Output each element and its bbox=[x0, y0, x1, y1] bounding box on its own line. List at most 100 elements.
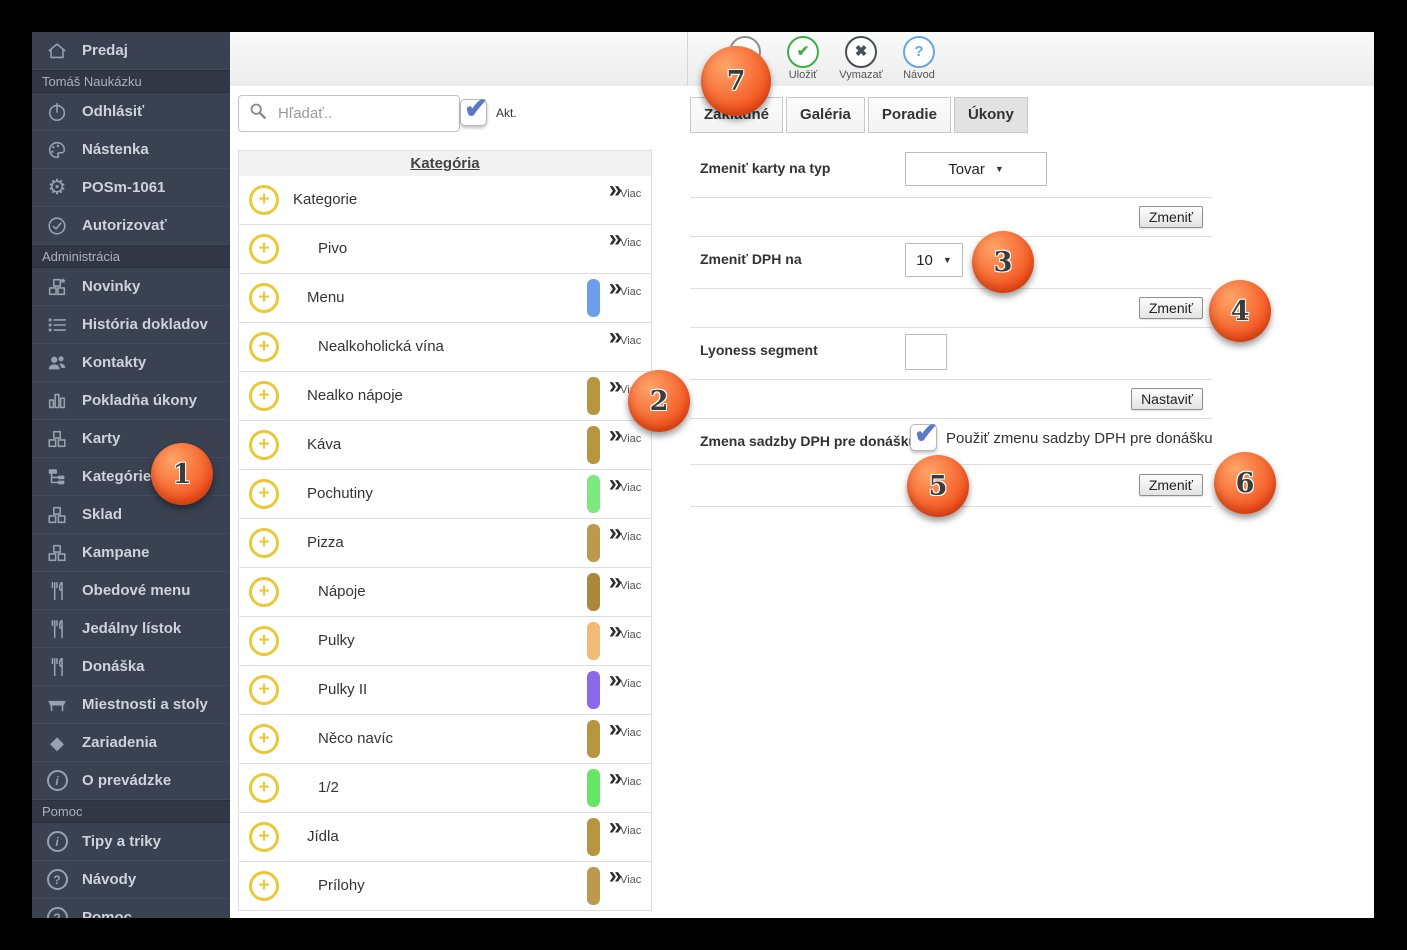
category-row[interactable]: + Nealko nápoje »Viac bbox=[239, 372, 651, 421]
active-checkbox[interactable]: ✔ bbox=[460, 99, 487, 126]
more-button[interactable]: »Viac bbox=[605, 324, 645, 350]
add-subcategory-icon[interactable]: + bbox=[249, 234, 279, 264]
sidebar-item-obedove-menu[interactable]: Obedové menu bbox=[32, 572, 230, 610]
sidebar-item-odhlasit[interactable]: Odhlásiť bbox=[32, 93, 230, 131]
add-subcategory-icon[interactable]: + bbox=[249, 675, 279, 705]
category-row[interactable]: + Menu »Viac bbox=[239, 274, 651, 323]
sidebar-item-label: Kampane bbox=[82, 544, 150, 561]
delete-button[interactable]: ✖ Vymazať bbox=[832, 32, 890, 86]
add-subcategory-icon[interactable]: + bbox=[249, 381, 279, 411]
category-row[interactable]: + Pochutiny »Viac bbox=[239, 470, 651, 519]
more-button[interactable]: »Viac bbox=[605, 716, 645, 742]
sidebar-item-autorizovat[interactable]: Autorizovať bbox=[32, 207, 230, 245]
category-row[interactable]: + Prílohy »Viac bbox=[239, 862, 651, 911]
search-input[interactable] bbox=[276, 104, 430, 123]
sidebar-item-label: Odhlásiť bbox=[82, 103, 144, 120]
help-button[interactable]: ? Návod bbox=[890, 32, 948, 86]
sidebar-item-pokladna-ukony[interactable]: Pokladňa úkony bbox=[32, 382, 230, 420]
category-row[interactable]: + Kategorie »Viac bbox=[239, 176, 651, 225]
sidebar-item-miestnosti-a-stoly[interactable]: Miestnosti a stoly bbox=[32, 686, 230, 724]
category-row[interactable]: + Nealkoholická vína »Viac bbox=[239, 323, 651, 372]
add-subcategory-icon[interactable]: + bbox=[249, 528, 279, 558]
more-button[interactable]: »Viac bbox=[605, 765, 645, 791]
vat-select[interactable]: 10 ▼ bbox=[905, 243, 963, 277]
sidebar-item-posm[interactable]: ⚙ POSm-1061 bbox=[32, 169, 230, 207]
annotation-badge-7: 7 bbox=[701, 46, 771, 116]
tab-galeria[interactable]: Galéria bbox=[786, 97, 865, 133]
sidebar-item-zariadenia[interactable]: ◆ Zariadenia bbox=[32, 724, 230, 762]
category-row[interactable]: + Káva »Viac bbox=[239, 421, 651, 470]
chevron-down-icon: ▼ bbox=[943, 255, 952, 265]
sidebar-item-pomoc[interactable]: ? Pomoc bbox=[32, 899, 230, 918]
add-subcategory-icon[interactable]: + bbox=[249, 626, 279, 656]
sidebar-item-label: Donáška bbox=[82, 658, 145, 675]
sidebar-item-novinky[interactable]: Novinky bbox=[32, 268, 230, 306]
sidebar-item-navody[interactable]: ? Návody bbox=[32, 861, 230, 899]
sidebar-item-historia-dokladov[interactable]: História dokladov bbox=[32, 306, 230, 344]
category-row[interactable]: + Pizza »Viac bbox=[239, 519, 651, 568]
add-subcategory-icon[interactable]: + bbox=[249, 430, 279, 460]
more-button[interactable]: »Viac bbox=[605, 667, 645, 693]
category-row[interactable]: + 1/2 »Viac bbox=[239, 764, 651, 813]
category-color-bar bbox=[587, 181, 600, 219]
diamond-icon: ◆ bbox=[44, 734, 70, 752]
save-button[interactable]: ✔ Uložiť bbox=[774, 32, 832, 86]
annotation-badge-5: 5 bbox=[907, 455, 969, 517]
more-button[interactable]: »Viac bbox=[605, 520, 645, 546]
card-type-select[interactable]: Tovar ▼ bbox=[905, 152, 1047, 186]
double-chevron-icon: » bbox=[609, 274, 620, 301]
add-subcategory-icon[interactable]: + bbox=[249, 822, 279, 852]
category-row[interactable]: + Pulky II »Viac bbox=[239, 666, 651, 715]
set-lyoness-button[interactable]: Nastaviť bbox=[1131, 388, 1203, 410]
sidebar-item-jedalny-listok[interactable]: Jedálny lístok bbox=[32, 610, 230, 648]
category-row[interactable]: + Jídla »Viac bbox=[239, 813, 651, 862]
more-button[interactable]: »Viac bbox=[605, 863, 645, 889]
double-chevron-icon: » bbox=[609, 421, 620, 448]
add-subcategory-icon[interactable]: + bbox=[249, 724, 279, 754]
sidebar-item-sklad[interactable]: Sklad bbox=[32, 496, 230, 534]
boxes-icon bbox=[44, 504, 70, 526]
category-row[interactable]: + Něco navíc »Viac bbox=[239, 715, 651, 764]
add-subcategory-icon[interactable]: + bbox=[249, 332, 279, 362]
category-color-bar bbox=[587, 622, 600, 660]
more-button[interactable]: »Viac bbox=[605, 471, 645, 497]
more-button[interactable]: »Viac bbox=[605, 226, 645, 252]
tab-poradie[interactable]: Poradie bbox=[868, 97, 951, 133]
add-subcategory-icon[interactable]: + bbox=[249, 283, 279, 313]
tab-ukony[interactable]: Úkony bbox=[954, 97, 1028, 133]
sidebar-item-label: O prevádzke bbox=[82, 772, 171, 789]
sidebar-item-o-prevadzke[interactable]: i O prevádzke bbox=[32, 762, 230, 800]
category-row[interactable]: + Pivo »Viac bbox=[239, 225, 651, 274]
change-card-type-button[interactable]: Zmeniť bbox=[1139, 206, 1203, 228]
category-color-bar bbox=[587, 328, 600, 366]
more-button[interactable]: »Viac bbox=[605, 618, 645, 644]
sidebar-item-tipy-a-triky[interactable]: i Tipy a triky bbox=[32, 823, 230, 861]
change-delivery-vat-button[interactable]: Zmeniť bbox=[1139, 474, 1203, 496]
more-button[interactable]: »Viac bbox=[605, 177, 645, 203]
add-subcategory-icon[interactable]: + bbox=[249, 479, 279, 509]
sidebar-item-kampane[interactable]: Kampane bbox=[32, 534, 230, 572]
more-button[interactable]: »Viac bbox=[605, 422, 645, 448]
sidebar-item-label: Tipy a triky bbox=[82, 833, 161, 850]
change-vat-button[interactable]: Zmeniť bbox=[1139, 297, 1203, 319]
sidebar-item-predaj[interactable]: Predaj bbox=[32, 32, 230, 70]
sidebar-item-label: POSm-1061 bbox=[82, 179, 165, 196]
sidebar-item-kontakty[interactable]: Kontakty bbox=[32, 344, 230, 382]
add-subcategory-icon[interactable]: + bbox=[249, 577, 279, 607]
sidebar-item-donaska[interactable]: Donáška bbox=[32, 648, 230, 686]
lyoness-segment-input[interactable] bbox=[905, 334, 947, 370]
more-button[interactable]: »Viac bbox=[605, 569, 645, 595]
more-button[interactable]: »Viac bbox=[605, 275, 645, 301]
add-subcategory-icon[interactable]: + bbox=[249, 773, 279, 803]
add-subcategory-icon[interactable]: + bbox=[249, 871, 279, 901]
category-row[interactable]: + Nápoje »Viac bbox=[239, 568, 651, 617]
category-row[interactable]: + Pulky »Viac bbox=[239, 617, 651, 666]
delivery-vat-checkbox[interactable]: ✔ bbox=[910, 424, 937, 451]
sidebar-item-nastenka[interactable]: Nástenka bbox=[32, 131, 230, 169]
category-column-header-link[interactable]: Kategória bbox=[410, 155, 479, 172]
add-subcategory-icon[interactable]: + bbox=[249, 185, 279, 215]
sidebar-item-label: História dokladov bbox=[82, 316, 208, 333]
more-button[interactable]: »Viac bbox=[605, 814, 645, 840]
double-chevron-icon: » bbox=[609, 470, 620, 497]
double-chevron-icon: » bbox=[609, 764, 620, 791]
